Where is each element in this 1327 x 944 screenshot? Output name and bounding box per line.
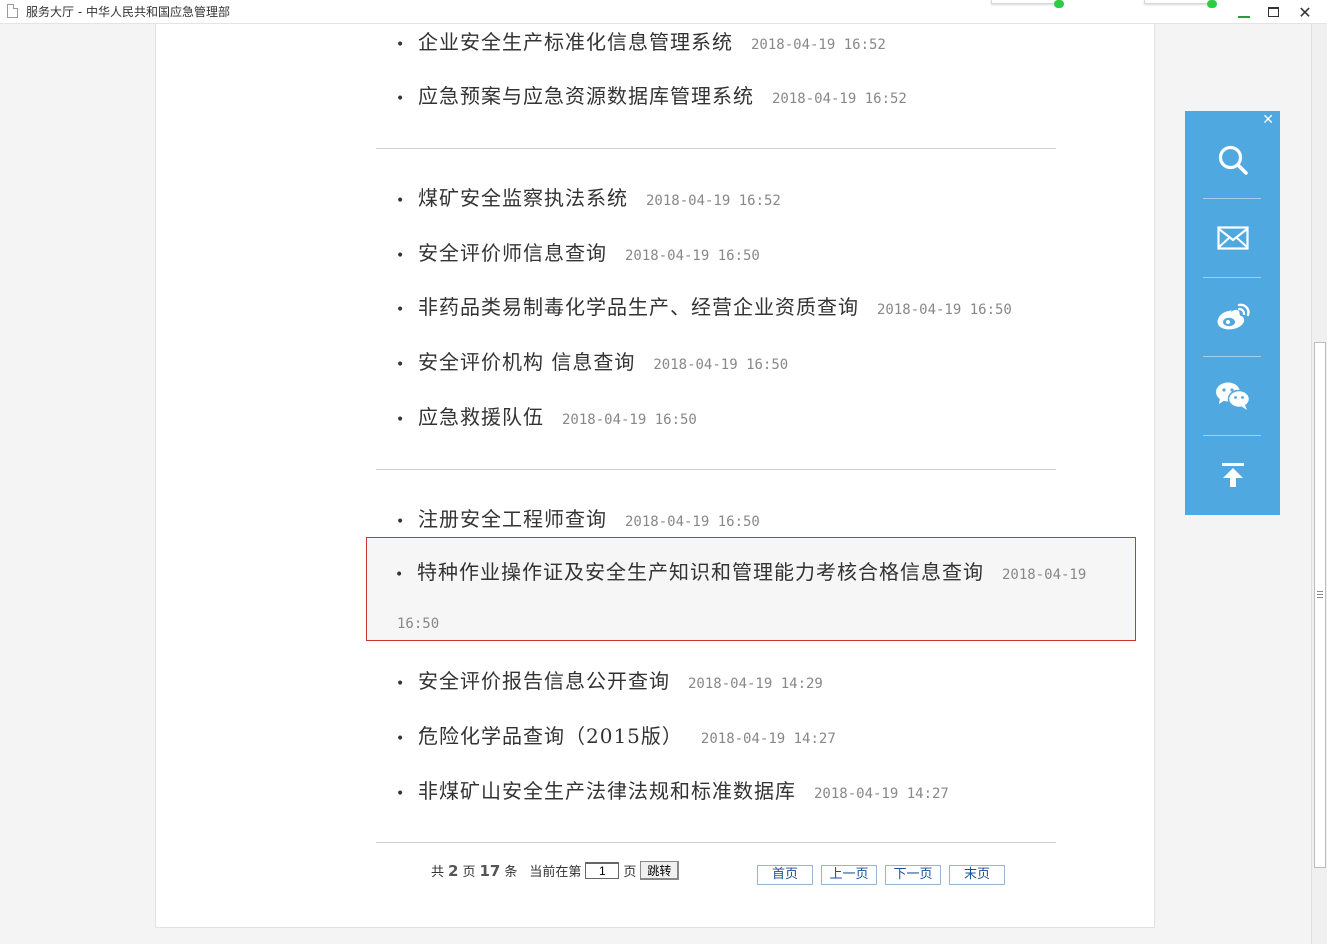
pager-items-unit: 条	[504, 865, 518, 880]
content-frame: • 企业安全生产标准化信息管理系统 2018-04-19 16:52 • 应急预案与应…	[155, 24, 1155, 928]
bullet: •	[396, 91, 405, 107]
minimize-button[interactable]	[1229, 1, 1259, 23]
item-date: 2018-04-19 16:50	[562, 412, 697, 428]
item-link[interactable]: 安全评价机构 信息查询	[418, 350, 635, 374]
list-item[interactable]: • 安全评价报告信息公开查询 2018-04-19 14:29	[396, 665, 823, 694]
pager-links: 首页 上一页 下一页 末页	[757, 865, 1013, 885]
next-page-link[interactable]: 下一页	[885, 865, 941, 885]
pager-total-pages: 2	[448, 861, 459, 880]
list-item[interactable]: • 应急救援队伍 2018-04-19 16:50	[396, 401, 697, 430]
prev-page-link[interactable]: 上一页	[821, 865, 877, 885]
back-to-top-icon	[1221, 462, 1244, 487]
pager-current-suffix: 页	[623, 865, 637, 880]
pager-current-prefix: 当前在第	[529, 865, 582, 880]
list-item[interactable]: • 应急预案与应急资源数据库管理系统 2018-04-19 16:52	[396, 80, 907, 109]
bullet: •	[396, 37, 405, 53]
side-wechat-button[interactable]	[1185, 356, 1280, 435]
side-mail-button[interactable]	[1185, 198, 1280, 277]
item-link[interactable]: 煤矿安全监察执法系统	[418, 186, 628, 210]
side-weibo-button[interactable]	[1185, 277, 1280, 356]
maximize-button[interactable]	[1258, 1, 1288, 23]
item-date-wrapped: 16:50	[397, 616, 440, 632]
list-item[interactable]: • 企业安全生产标准化信息管理系统 2018-04-19 16:52	[396, 26, 886, 55]
scrollbar-thumb[interactable]	[1314, 342, 1326, 868]
vertical-scrollbar[interactable]	[1311, 24, 1327, 944]
bullet: •	[396, 514, 405, 530]
wechat-icon	[1215, 382, 1250, 410]
bullet: •	[396, 786, 405, 802]
list-item[interactable]: • 特种作业操作证及安全生产知识和管理能力考核合格信息查询 2018-04-19	[395, 556, 1086, 585]
close-button[interactable]: ✕	[1290, 1, 1320, 23]
bullet: •	[396, 248, 405, 264]
group-divider	[376, 469, 1056, 470]
bullet: •	[396, 193, 405, 209]
list-item[interactable]: • 非药品类易制毒化学品生产、经营企业资质查询 2018-04-19 16:50	[396, 291, 1012, 320]
minimize-icon	[1238, 16, 1250, 18]
list-item[interactable]: • 非煤矿山安全生产法律法规和标准数据库 2018-04-19 14:27	[396, 775, 949, 804]
side-search-button[interactable]	[1185, 120, 1280, 199]
item-link[interactable]: 危险化学品查询（2015版）	[418, 724, 683, 748]
item-link[interactable]: 注册安全工程师查询	[418, 507, 607, 531]
item-date: 2018-04-19 16:50	[653, 357, 789, 373]
item-date: 2018-04-19 16:50	[625, 248, 760, 264]
bullet: •	[396, 412, 405, 428]
item-date: 2018-04-19	[1002, 567, 1087, 583]
scrollbar-grip-icon	[1317, 591, 1323, 598]
pager-pages-unit: 页	[462, 865, 476, 880]
item-link[interactable]: 非煤矿山安全生产法律法规和标准数据库	[418, 779, 796, 803]
search-icon	[1218, 145, 1248, 175]
group-divider	[376, 148, 1056, 149]
first-page-link[interactable]: 首页	[757, 865, 813, 885]
item-date: 2018-04-19 14:27	[814, 786, 949, 802]
list-item[interactable]: • 安全评价师信息查询 2018-04-19 16:50	[396, 237, 760, 266]
item-link[interactable]: 安全评价报告信息公开查询	[418, 669, 670, 693]
bullet: •	[396, 731, 405, 747]
weibo-icon	[1217, 303, 1250, 329]
item-date: 2018-04-19 16:52	[646, 193, 781, 209]
document-icon	[7, 4, 18, 18]
pager-total-prefix: 共	[431, 865, 445, 880]
page-number-input[interactable]	[585, 862, 620, 879]
item-date: 2018-04-19 16:52	[751, 37, 886, 53]
pager-summary: 共 2 页 17 条 当前在第 页 跳转	[431, 861, 680, 880]
item-date: 2018-04-19 16:50	[625, 514, 760, 530]
group-divider	[376, 842, 1056, 843]
jump-button[interactable]: 跳转	[640, 861, 680, 880]
item-link[interactable]: 企业安全生产标准化信息管理系统	[418, 30, 733, 54]
item-date: 2018-04-19 14:29	[688, 676, 823, 692]
pager-total-items: 17	[479, 861, 501, 880]
item-link[interactable]: 特种作业操作证及安全生产知识和管理能力考核合格信息查询	[417, 560, 984, 584]
list-item-highlighted[interactable]: • 特种作业操作证及安全生产知识和管理能力考核合格信息查询 2018-04-19 1…	[366, 537, 1136, 641]
tab-stub-1[interactable]	[991, 0, 1064, 8]
bullet: •	[396, 676, 405, 692]
maximize-icon	[1267, 7, 1279, 17]
last-page-link[interactable]: 末页	[949, 865, 1005, 885]
item-date: 2018-04-19 16:52	[772, 91, 907, 107]
tab-stub-2[interactable]	[1144, 0, 1217, 8]
bullet: •	[396, 357, 405, 373]
bullet: •	[396, 302, 405, 318]
item-link[interactable]: 应急救援队伍	[418, 405, 544, 429]
window-title-bar: 服务大厅 - 中华人民共和国应急管理部 ✕	[0, 0, 1327, 24]
item-link[interactable]: 非药品类易制毒化学品生产、经营企业资质查询	[418, 295, 859, 319]
side-back-to-top-button[interactable]	[1185, 435, 1280, 514]
item-link[interactable]: 安全评价师信息查询	[418, 241, 607, 265]
list-item[interactable]: • 安全评价机构 信息查询 2018-04-19 16:50	[396, 346, 788, 375]
item-date: 2018-04-19 16:50	[877, 302, 1012, 318]
list-item[interactable]: • 煤矿安全监察执法系统 2018-04-19 16:52	[396, 182, 781, 211]
bullet: •	[395, 567, 404, 583]
item-date: 2018-04-19 14:27	[700, 731, 836, 747]
list-item[interactable]: • 危险化学品查询（2015版） 2018-04-19 14:27	[396, 720, 836, 749]
side-toolbar: ✕	[1185, 111, 1280, 515]
window-title: 服务大厅 - 中华人民共和国应急管理部	[26, 5, 230, 19]
item-link[interactable]: 应急预案与应急资源数据库管理系统	[418, 84, 754, 108]
mail-icon	[1216, 225, 1249, 250]
list-item[interactable]: • 注册安全工程师查询 2018-04-19 16:50	[396, 503, 760, 532]
